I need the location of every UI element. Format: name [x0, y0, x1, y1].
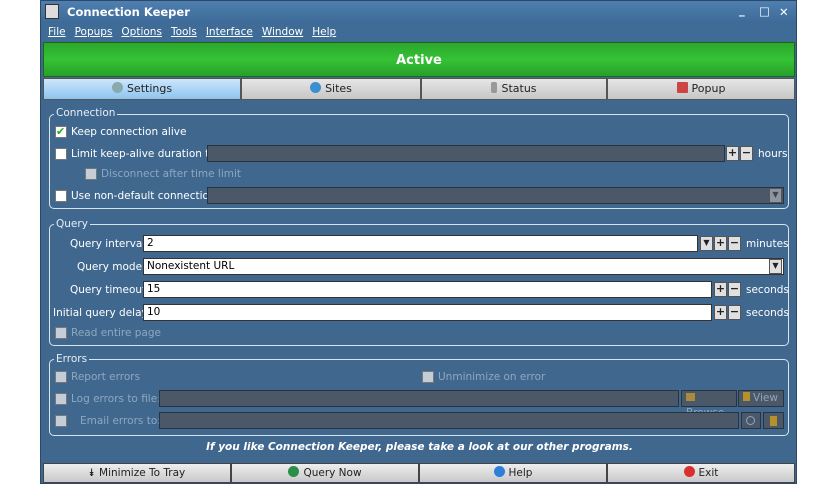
email-field[interactable]: [159, 412, 739, 429]
button-label: Exit: [698, 467, 719, 479]
maximize-button[interactable]: □: [759, 4, 770, 18]
double-arrow-down-icon: ⯯: [88, 467, 96, 479]
interval-increment[interactable]: +: [714, 236, 727, 251]
report-errors-checkbox[interactable]: [55, 371, 67, 383]
menu-tools[interactable]: Tools: [171, 26, 197, 38]
email-errors-label: Email errors to:: [80, 415, 161, 427]
globe-icon: [288, 466, 300, 477]
unminimize-checkbox[interactable]: [422, 371, 434, 383]
chevron-down-icon[interactable]: ▼: [769, 259, 782, 274]
errors-group-label: Errors: [54, 353, 90, 365]
gear-icon: [111, 82, 123, 93]
status-banner: Active: [43, 42, 795, 77]
read-entire-label: Read entire page: [71, 327, 161, 339]
tab-label: Settings: [126, 82, 173, 95]
tab-label: Popup: [691, 82, 726, 95]
non-default-label: Use non-default connection:: [71, 190, 220, 202]
hours-label: hours: [758, 148, 788, 160]
app-lock-icon: [45, 4, 59, 19]
email-errors-checkbox[interactable]: [55, 415, 67, 427]
button-label: Help: [508, 467, 533, 479]
connection-dropdown[interactable]: [207, 187, 784, 204]
non-default-checkbox[interactable]: [55, 190, 67, 202]
close-icon: [683, 466, 695, 477]
book-icon: [770, 416, 777, 426]
folder-icon: [686, 393, 695, 401]
timeout-increment[interactable]: +: [714, 282, 727, 297]
search-icon: [746, 416, 755, 425]
menu-bar: File Popups Options Tools Interface Window Hel…: [41, 23, 796, 41]
tab-label: Status: [501, 82, 537, 95]
view-label: View: [753, 392, 778, 404]
tab-popup[interactable]: Popup: [607, 78, 795, 100]
address-book-button[interactable]: [763, 412, 784, 429]
mode-label: Query mode:: [77, 261, 146, 273]
mode-select[interactable]: Nonexistent URL: [143, 258, 784, 275]
log-errors-checkbox[interactable]: [55, 393, 67, 405]
interval-label: Query interval:: [70, 238, 149, 250]
seconds-label: seconds: [746, 284, 789, 296]
connection-group-label: Connection: [54, 107, 118, 119]
help-icon: [493, 466, 505, 477]
minutes-label: minutes: [746, 238, 789, 250]
close-button[interactable]: ✕: [779, 5, 789, 19]
menu-popups[interactable]: Popups: [75, 26, 113, 38]
button-label: Minimize To Tray: [99, 467, 186, 479]
email-settings-button[interactable]: [741, 412, 761, 429]
keep-alive-label: Keep connection alive: [71, 126, 187, 138]
minimize-to-tray-button[interactable]: ⯯ Minimize To Tray: [43, 463, 231, 483]
limit-checkbox[interactable]: [55, 148, 67, 160]
view-button[interactable]: View: [738, 390, 784, 407]
interval-decrement[interactable]: −: [728, 236, 741, 251]
promo-link[interactable]: If you like Connection Keeper, please ta…: [41, 441, 798, 453]
delay-input[interactable]: 10: [143, 304, 712, 321]
tab-sites[interactable]: Sites: [241, 78, 421, 100]
status-icon: [491, 82, 498, 93]
button-label: Query Now: [303, 467, 362, 479]
delay-decrement[interactable]: −: [728, 305, 741, 320]
keep-alive-checkbox[interactable]: ✔: [55, 126, 67, 138]
report-errors-label: Report errors: [71, 371, 141, 383]
tab-label: Sites: [325, 82, 352, 95]
read-entire-checkbox[interactable]: [55, 327, 67, 339]
exit-button[interactable]: Exit: [607, 463, 795, 483]
book-icon: [743, 392, 750, 401]
delay-label: Initial query delay:: [53, 307, 151, 319]
seconds-label-2: seconds: [746, 307, 789, 319]
query-group-label: Query: [54, 218, 90, 230]
title-bar: Connection Keeper _ □ ✕: [41, 1, 796, 23]
menu-interface[interactable]: Interface: [206, 26, 253, 38]
disconnect-checkbox[interactable]: [85, 168, 97, 180]
disconnect-label: Disconnect after time limit: [101, 168, 242, 180]
query-now-button[interactable]: Query Now: [231, 463, 419, 483]
tab-status[interactable]: Status: [421, 78, 607, 100]
timeout-label: Query timeout:: [70, 284, 150, 296]
interval-input[interactable]: 2: [143, 235, 698, 252]
log-file-field[interactable]: [159, 390, 679, 407]
limit-duration-field[interactable]: [207, 145, 725, 162]
globe-icon: [310, 82, 322, 93]
interval-dropdown[interactable]: ▼: [700, 236, 713, 251]
popup-icon: [676, 82, 688, 93]
browse-button[interactable]: Browse: [681, 390, 737, 419]
minimize-button[interactable]: _: [739, 3, 745, 17]
timeout-input[interactable]: 15: [143, 281, 712, 298]
menu-help[interactable]: Help: [312, 26, 336, 38]
timeout-decrement[interactable]: −: [728, 282, 741, 297]
unminimize-label: Unminimize on error: [438, 371, 546, 383]
limit-label: Limit keep-alive duration to:: [71, 148, 220, 160]
limit-increment[interactable]: +: [726, 146, 739, 161]
tab-settings[interactable]: Settings: [43, 78, 241, 100]
main-window: Connection Keeper _ □ ✕ File Popups Option…: [40, 0, 797, 484]
menu-file[interactable]: File: [48, 26, 66, 38]
menu-window[interactable]: Window: [262, 26, 303, 38]
menu-options[interactable]: Options: [121, 26, 162, 38]
window-title: Connection Keeper: [67, 5, 190, 19]
help-button[interactable]: Help: [419, 463, 607, 483]
log-errors-label: Log errors to file:: [71, 393, 161, 405]
limit-decrement[interactable]: −: [740, 146, 753, 161]
chevron-down-icon[interactable]: ▼: [769, 188, 782, 203]
delay-increment[interactable]: +: [714, 305, 727, 320]
